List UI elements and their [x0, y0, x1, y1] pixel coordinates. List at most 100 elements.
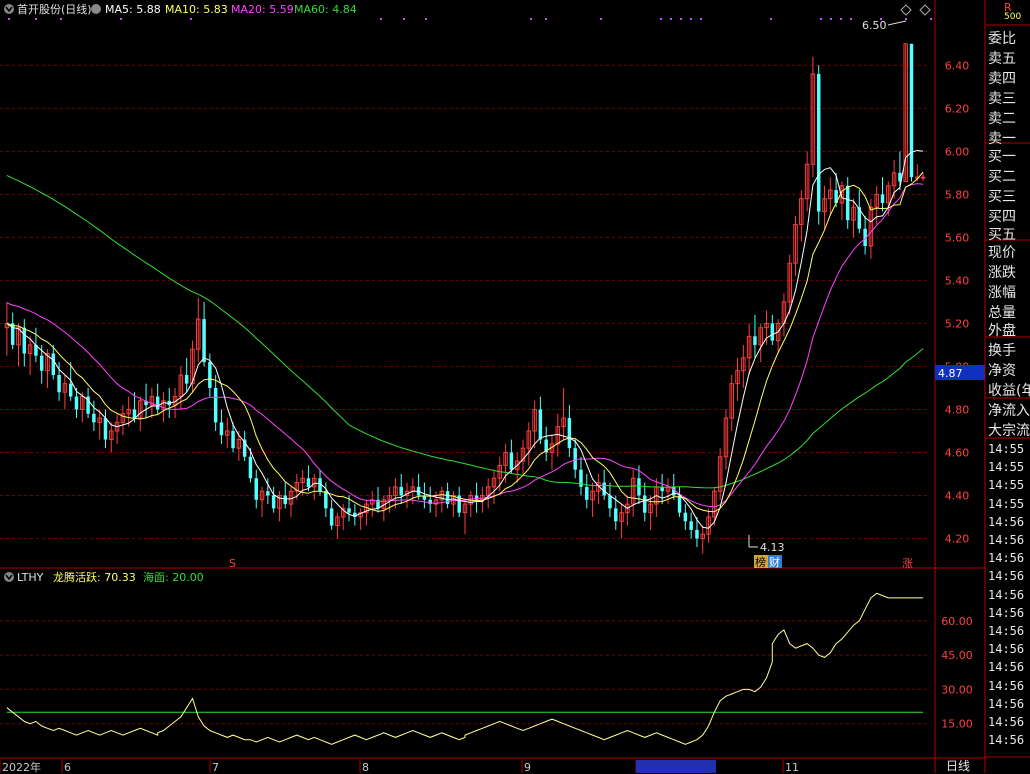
activity-label: 龙腾活跃: 70.33: [53, 570, 136, 584]
candle-body: [608, 495, 612, 509]
stock-chart[interactable]: 6.406.206.005.805.605.405.205.004.804.60…: [0, 0, 1030, 773]
ma5-line: [6, 149, 924, 529]
candle-body: [254, 478, 258, 500]
x-axis-label: 9: [524, 761, 531, 773]
signal-dot: [830, 18, 832, 20]
candle-body: [208, 362, 212, 388]
candles: [4, 43, 926, 554]
signal-dot: [930, 18, 932, 20]
high-pointer: [887, 20, 907, 26]
candle-body: [602, 482, 606, 496]
signal-dot: [600, 18, 602, 20]
trade-time: 14:55: [988, 460, 1025, 475]
candle-body: [643, 495, 647, 513]
signal-dot: [670, 18, 672, 20]
indicator-tick-label: 60.00: [941, 615, 973, 628]
price-tick-label: 6.00: [945, 145, 970, 158]
trade-time: 14:56: [988, 660, 1025, 675]
candle-body: [51, 353, 56, 376]
candle-body: [920, 176, 926, 179]
price-tick-label: 5.60: [945, 231, 970, 244]
indicator-name: LTHY: [17, 571, 44, 584]
candle-body: [509, 452, 514, 470]
price-tick-label: 5.20: [945, 317, 970, 330]
period-label[interactable]: 日线: [946, 757, 970, 774]
candle-body: [271, 495, 276, 509]
candle-body: [538, 409, 543, 440]
candle-body: [306, 478, 311, 487]
side-panel-label: 涨幅: [988, 285, 1016, 301]
side-panel-label: 卖五: [988, 51, 1016, 67]
bang-marker: 榜: [755, 555, 766, 569]
collapse-icon[interactable]: [4, 4, 14, 14]
price-tick-label: 4.80: [945, 403, 970, 416]
candle-body: [202, 319, 206, 363]
cai-marker: 财: [769, 555, 780, 569]
price-tick-label: 6.20: [945, 102, 970, 115]
grid-lines: [0, 0, 985, 773]
signal-dot: [380, 18, 382, 20]
trade-time: 14:56: [988, 642, 1025, 657]
candle-body: [567, 418, 572, 449]
candle-body: [347, 508, 351, 513]
low-price-label: 4.13: [760, 541, 785, 554]
trade-time: 14:56: [988, 678, 1025, 693]
candle-body: [74, 396, 79, 410]
signal-dot: [690, 18, 692, 20]
activity-line: [6, 592, 924, 745]
candle-body: [39, 355, 44, 371]
indicator-options-icon[interactable]: [4, 572, 14, 582]
ma-options-icon[interactable]: [91, 4, 101, 14]
candle-body: [909, 43, 914, 178]
signal-dot: [905, 18, 907, 20]
ma60-label: MA60: 4.84: [294, 3, 357, 16]
ma20-label: MA20: 5.59: [231, 3, 294, 16]
ma10-label: MA10: 5.83: [165, 3, 228, 16]
signal-dot: [403, 18, 405, 20]
trade-time: 14:56: [988, 733, 1025, 748]
signal-dot: [190, 18, 192, 20]
candle-body: [248, 456, 253, 479]
moving-average-lines: [6, 149, 924, 529]
candle-body: [845, 185, 850, 221]
candle-body: [573, 448, 577, 470]
indicator-lines: [6, 592, 924, 745]
side-panel-label: 外盘: [988, 323, 1016, 339]
candle-body: [770, 323, 775, 341]
candle-body: [753, 336, 757, 345]
candle-body: [324, 491, 328, 509]
indicator-tick-label: 45.00: [941, 649, 973, 662]
x-axis-label: 2022年: [2, 760, 41, 773]
side-panel-label: 买五: [988, 227, 1016, 243]
candle-body: [22, 327, 27, 354]
signal-dot: [660, 18, 662, 20]
side-panel-label: 卖四: [988, 71, 1016, 87]
trade-time: 14:56: [988, 569, 1025, 584]
candle-body: [585, 486, 589, 500]
x-axis-label: 11: [785, 761, 799, 773]
high-price-label: 6.50: [862, 19, 887, 32]
trade-time: 14:55: [988, 478, 1025, 493]
signal-dot: [120, 18, 122, 20]
side-panel-label: 买二: [988, 169, 1016, 185]
candle-body: [329, 508, 334, 526]
date-highlight-box: [636, 760, 716, 773]
side-panel-label: 卖三: [988, 91, 1016, 107]
candle-body: [283, 495, 287, 505]
ma5-label: MA5: 5.88: [105, 3, 161, 16]
ma60-line: [6, 174, 924, 489]
diamond-icon: [919, 4, 931, 16]
x-axis-label: 8: [362, 761, 369, 773]
current-price-label: 4.87: [938, 367, 963, 380]
candle-body: [677, 495, 682, 513]
candle-body: [92, 413, 96, 423]
candle-body: [266, 491, 270, 496]
side-panel-label: 委比: [988, 31, 1016, 47]
zhang-marker: 涨: [902, 557, 913, 570]
price-axis: 6.406.206.005.805.605.405.205.004.804.60…: [945, 59, 970, 545]
side-panel-label: 净资: [988, 363, 1016, 379]
trade-time: 14:55: [988, 496, 1025, 511]
candle-body: [219, 422, 224, 436]
signal-dot: [820, 18, 822, 20]
candle-body: [614, 508, 618, 522]
